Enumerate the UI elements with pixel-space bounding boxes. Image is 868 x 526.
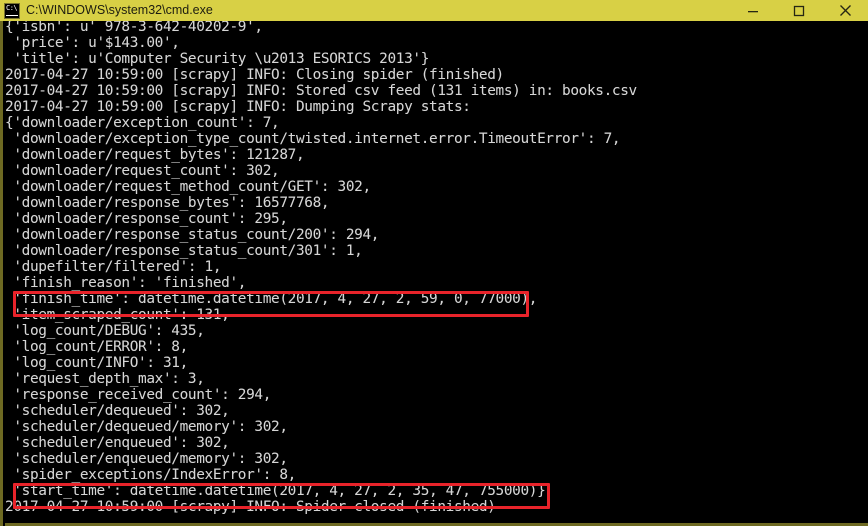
close-icon: [839, 5, 851, 16]
close-button[interactable]: [822, 0, 868, 21]
cmd-console-icon: [4, 2, 20, 19]
console-output-area[interactable]: {'isbn': u' 978-3-642-40202-9', 'price':…: [5, 21, 868, 526]
window-title: C:\WINDOWS\system32\cmd.exe: [26, 3, 213, 17]
window-titlebar[interactable]: C:\WINDOWS\system32\cmd.exe: [0, 0, 868, 21]
console-line: 2017-04-27 10:59:00 [scrapy] INFO: Spide…: [5, 499, 496, 515]
cmd-window: C:\WINDOWS\system32\cmd.exe {'isbn': u' …: [0, 0, 868, 526]
maximize-button[interactable]: [776, 0, 822, 21]
window-border-left-inner: [3, 21, 5, 526]
maximize-icon: [793, 5, 805, 16]
minimize-icon: [748, 10, 758, 12]
minimize-button[interactable]: [730, 0, 776, 21]
